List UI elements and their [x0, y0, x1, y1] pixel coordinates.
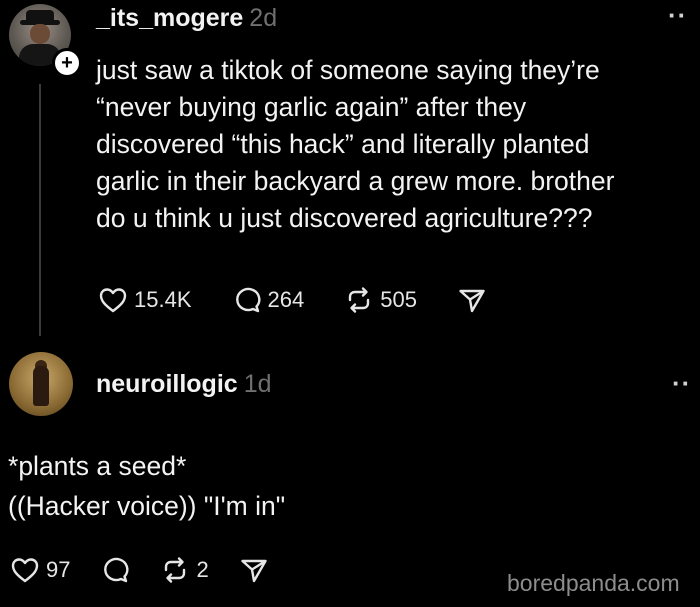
repost-icon — [165, 557, 186, 583]
share-button[interactable] — [457, 286, 487, 314]
like-count: 15.4K — [134, 287, 192, 312]
follow-plus-icon[interactable]: + — [52, 48, 82, 78]
watermark: boredpanda.com — [507, 570, 680, 596]
comment-button[interactable]: 264 — [232, 286, 305, 314]
reply-text: *plants a seed* ((Hacker voice)) "I'm in… — [8, 451, 286, 521]
like-count: 97 — [46, 557, 71, 582]
post-text: just saw a tiktok of someone saying they… — [96, 55, 615, 233]
heart-icon — [99, 288, 127, 313]
comment-count: 264 — [267, 287, 305, 312]
repost-count: 505 — [380, 287, 417, 312]
post-actions: 15.4K 264 505 — [98, 286, 527, 314]
repost-count: 2 — [196, 557, 209, 582]
timestamp: 1d — [243, 370, 272, 398]
thread-line — [39, 84, 41, 336]
like-button[interactable]: 15.4K — [98, 286, 192, 314]
repost-button[interactable]: 2 — [160, 556, 209, 584]
repost-button[interactable]: 505 — [344, 286, 417, 314]
avatar[interactable] — [9, 352, 73, 416]
repost-icon — [349, 287, 370, 313]
heart-icon — [11, 558, 39, 583]
more-options-icon[interactable]: ·· — [668, 0, 687, 31]
more-options-icon[interactable]: ·· — [672, 368, 691, 399]
share-icon — [241, 559, 267, 583]
reply-actions: 97 2 — [10, 556, 299, 584]
share-button[interactable] — [239, 556, 269, 584]
reply-author[interactable]: neuroillogic 1d — [96, 370, 272, 399]
comment-button[interactable] — [100, 556, 130, 584]
username[interactable]: neuroillogic — [96, 370, 238, 398]
username[interactable]: _its_mogere — [96, 4, 243, 32]
comment-icon — [235, 287, 260, 313]
like-button[interactable]: 97 — [10, 556, 70, 584]
post-author[interactable]: _its_mogere 2d — [96, 4, 277, 33]
comment-icon — [104, 557, 129, 583]
share-icon — [459, 289, 485, 313]
timestamp: 2d — [249, 4, 278, 32]
